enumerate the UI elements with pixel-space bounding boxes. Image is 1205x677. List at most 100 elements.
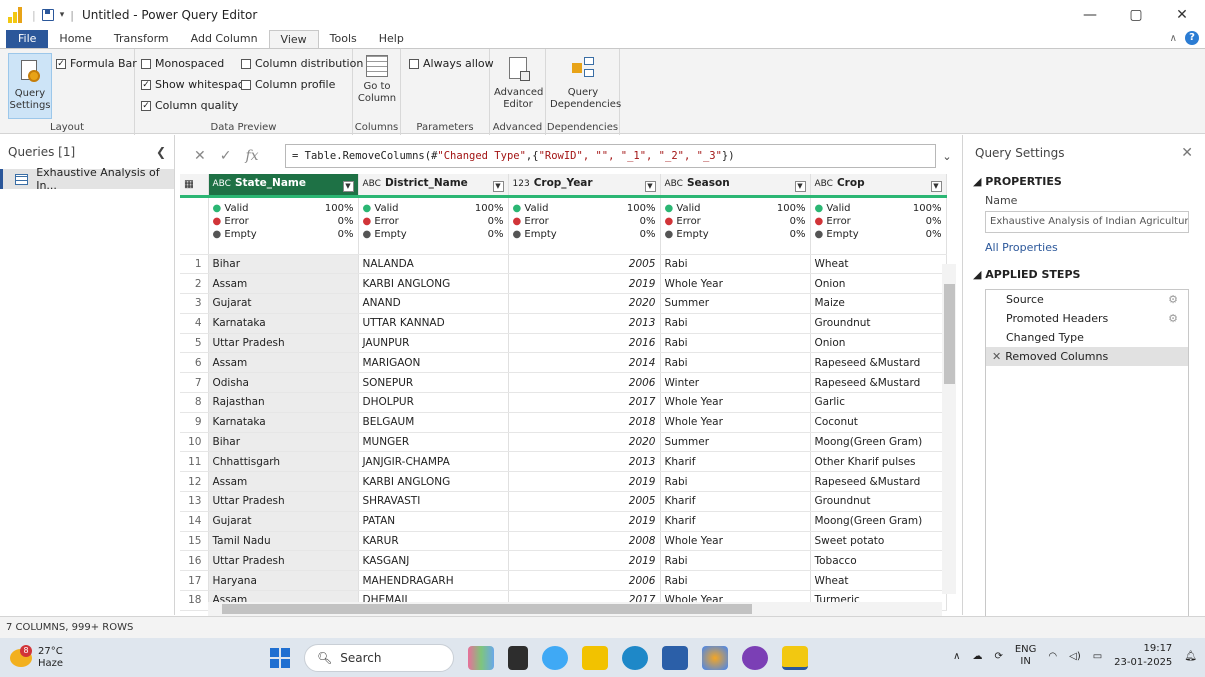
- cell-crop[interactable]: Other Kharif pulses: [810, 451, 947, 473]
- clock[interactable]: 19:17 23-01-2025: [1114, 642, 1172, 670]
- power-bi-taskbar-icon[interactable]: [782, 646, 808, 670]
- cell-state-name[interactable]: Assam: [208, 352, 359, 374]
- cell-crop[interactable]: Moong(Green Gram): [810, 432, 947, 453]
- column-profile-checkbox[interactable]: Column profile: [241, 78, 335, 91]
- chrome-icon[interactable]: [702, 646, 728, 670]
- tab-tools[interactable]: Tools: [319, 30, 368, 48]
- cell-state-name[interactable]: Uttar Pradesh: [208, 491, 359, 512]
- sync-icon[interactable]: ⟳: [994, 651, 1002, 662]
- cell-district-name[interactable]: JANJGIR-CHAMPA: [358, 451, 509, 473]
- table-row[interactable]: 4 Karnataka UTTAR KANNAD 2013 Rabi Groundnut: [180, 313, 947, 334]
- task-view-icon[interactable]: [508, 646, 528, 670]
- cell-crop[interactable]: Maize: [810, 293, 947, 314]
- column-filter-icon[interactable]: ▼: [492, 180, 504, 192]
- cell-crop-year[interactable]: 2005: [508, 491, 661, 512]
- table-row[interactable]: 15 Tamil Nadu KARUR 2008 Whole Year Sweet pot…: [180, 531, 947, 552]
- cell-district-name[interactable]: SHRAVASTI: [358, 491, 509, 512]
- cell-crop-year[interactable]: 2020: [508, 432, 661, 453]
- column-filter-icon[interactable]: ▼: [342, 180, 354, 192]
- formula-bar-checkbox[interactable]: ✓ Formula Bar: [56, 57, 137, 70]
- cell-state-name[interactable]: Gujarat: [208, 293, 359, 314]
- table-menu-icon[interactable]: ▦: [180, 174, 209, 198]
- query-name-input[interactable]: Exhaustive Analysis of Indian Agricultur…: [985, 211, 1189, 233]
- close-button[interactable]: ✕: [1159, 0, 1205, 30]
- column-filter-icon[interactable]: ▼: [644, 180, 656, 192]
- table-row[interactable]: 6 Assam MARIGAON 2014 Rabi Rapeseed &Mustard: [180, 352, 947, 374]
- cell-state-name[interactable]: Karnataka: [208, 313, 359, 334]
- cell-state-name[interactable]: Uttar Pradesh: [208, 333, 359, 354]
- cancel-formula-icon[interactable]: ✕: [194, 148, 206, 164]
- help-icon[interactable]: ?: [1185, 31, 1199, 45]
- cell-district-name[interactable]: SONEPUR: [358, 372, 509, 394]
- notification-bell-icon[interactable]: 🔔︎: [1184, 651, 1197, 662]
- properties-heading[interactable]: ◢ PROPERTIES: [963, 175, 1205, 188]
- volume-icon[interactable]: ◁): [1069, 651, 1081, 662]
- cell-season[interactable]: Summer: [660, 293, 811, 314]
- cell-season[interactable]: Rabi: [660, 471, 811, 493]
- cell-crop-year[interactable]: 2016: [508, 333, 661, 354]
- start-icon[interactable]: [270, 648, 290, 668]
- query-dependencies-button[interactable]: Query Dependencies: [550, 57, 621, 111]
- close-pane-icon[interactable]: ✕: [1181, 145, 1193, 161]
- all-properties-link[interactable]: All Properties: [963, 241, 1205, 254]
- cell-state-name[interactable]: Bihar: [208, 432, 359, 453]
- step-changed-type[interactable]: Changed Type: [986, 328, 1188, 347]
- cell-season[interactable]: Kharif: [660, 511, 811, 532]
- minimize-button[interactable]: —: [1067, 0, 1113, 30]
- cell-district-name[interactable]: KARUR: [358, 531, 509, 552]
- column-header-season[interactable]: ABC Season ▼: [660, 174, 811, 198]
- cell-district-name[interactable]: MUNGER: [358, 432, 509, 453]
- cell-state-name[interactable]: Chhattisgarh: [208, 451, 359, 473]
- cell-season[interactable]: Rabi: [660, 254, 811, 275]
- show-whitespace-checkbox[interactable]: ✓ Show whitespace: [141, 78, 251, 91]
- column-distribution-checkbox[interactable]: Column distribution: [241, 57, 363, 70]
- cell-state-name[interactable]: Gujarat: [208, 511, 359, 532]
- go-to-column-button[interactable]: Go to Column: [357, 55, 397, 105]
- commit-formula-icon[interactable]: ✓: [220, 148, 232, 164]
- cell-crop-year[interactable]: 2020: [508, 293, 661, 314]
- query-item[interactable]: Exhaustive Analysis of In...: [0, 166, 174, 192]
- step-promoted-headers[interactable]: Promoted Headers ⚙: [986, 309, 1188, 328]
- step-settings-gear-icon[interactable]: ⚙: [1168, 293, 1178, 306]
- cell-season[interactable]: Rabi: [660, 333, 811, 354]
- cell-season[interactable]: Rabi: [660, 313, 811, 334]
- tab-help[interactable]: Help: [368, 30, 415, 48]
- store-icon[interactable]: [662, 646, 688, 670]
- collapse-queries-icon[interactable]: ❮: [156, 145, 166, 159]
- step-settings-gear-icon[interactable]: ⚙: [1168, 312, 1178, 325]
- cell-district-name[interactable]: KARBI ANGLONG: [358, 273, 509, 295]
- show-hidden-icons-icon[interactable]: ∧: [953, 651, 960, 662]
- table-row[interactable]: 17 Haryana MAHENDRAGARH 2006 Rabi Wheat: [180, 570, 947, 592]
- cell-state-name[interactable]: Assam: [208, 273, 359, 295]
- cell-crop-year[interactable]: 2018: [508, 412, 661, 433]
- cell-crop[interactable]: Groundnut: [810, 491, 947, 512]
- cell-district-name[interactable]: KASGANJ: [358, 550, 509, 572]
- cell-district-name[interactable]: BELGAUM: [358, 412, 509, 433]
- cell-crop-year[interactable]: 2019: [508, 273, 661, 295]
- cell-state-name[interactable]: Assam: [208, 471, 359, 493]
- cell-district-name[interactable]: KARBI ANGLONG: [358, 471, 509, 493]
- language-indicator[interactable]: ENG IN: [1015, 644, 1037, 668]
- tab-home[interactable]: Home: [48, 30, 102, 48]
- column-quality-checkbox[interactable]: ✓ Column quality: [141, 99, 238, 112]
- table-row[interactable]: 16 Uttar Pradesh KASGANJ 2019 Rabi Tobacco: [180, 550, 947, 572]
- cell-season[interactable]: Rabi: [660, 550, 811, 572]
- tab-view[interactable]: View: [268, 29, 319, 49]
- cell-crop-year[interactable]: 2019: [508, 550, 661, 572]
- cell-season[interactable]: Kharif: [660, 491, 811, 512]
- table-row[interactable]: 5 Uttar Pradesh JAUNPUR 2016 Rabi Onion: [180, 333, 947, 354]
- battery-icon[interactable]: ▭: [1093, 651, 1102, 662]
- file-explorer-icon[interactable]: [582, 646, 608, 670]
- table-row[interactable]: 2 Assam KARBI ANGLONG 2019 Whole Year Onion: [180, 273, 947, 295]
- table-row[interactable]: 13 Uttar Pradesh SHRAVASTI 2005 Kharif Ground…: [180, 491, 947, 512]
- column-header-district-name[interactable]: ABC District_Name ▼: [358, 174, 509, 198]
- cell-crop[interactable]: Onion: [810, 333, 947, 354]
- cell-season[interactable]: Summer: [660, 432, 811, 453]
- cell-district-name[interactable]: DHOLPUR: [358, 392, 509, 413]
- expand-formula-icon[interactable]: ⌄: [936, 150, 958, 163]
- cell-district-name[interactable]: NALANDA: [358, 254, 509, 275]
- weather-widget[interactable]: 8 27°C Haze: [10, 644, 63, 670]
- widgets-app-icon[interactable]: [468, 646, 494, 670]
- cell-season[interactable]: Winter: [660, 372, 811, 394]
- cell-season[interactable]: Rabi: [660, 570, 811, 592]
